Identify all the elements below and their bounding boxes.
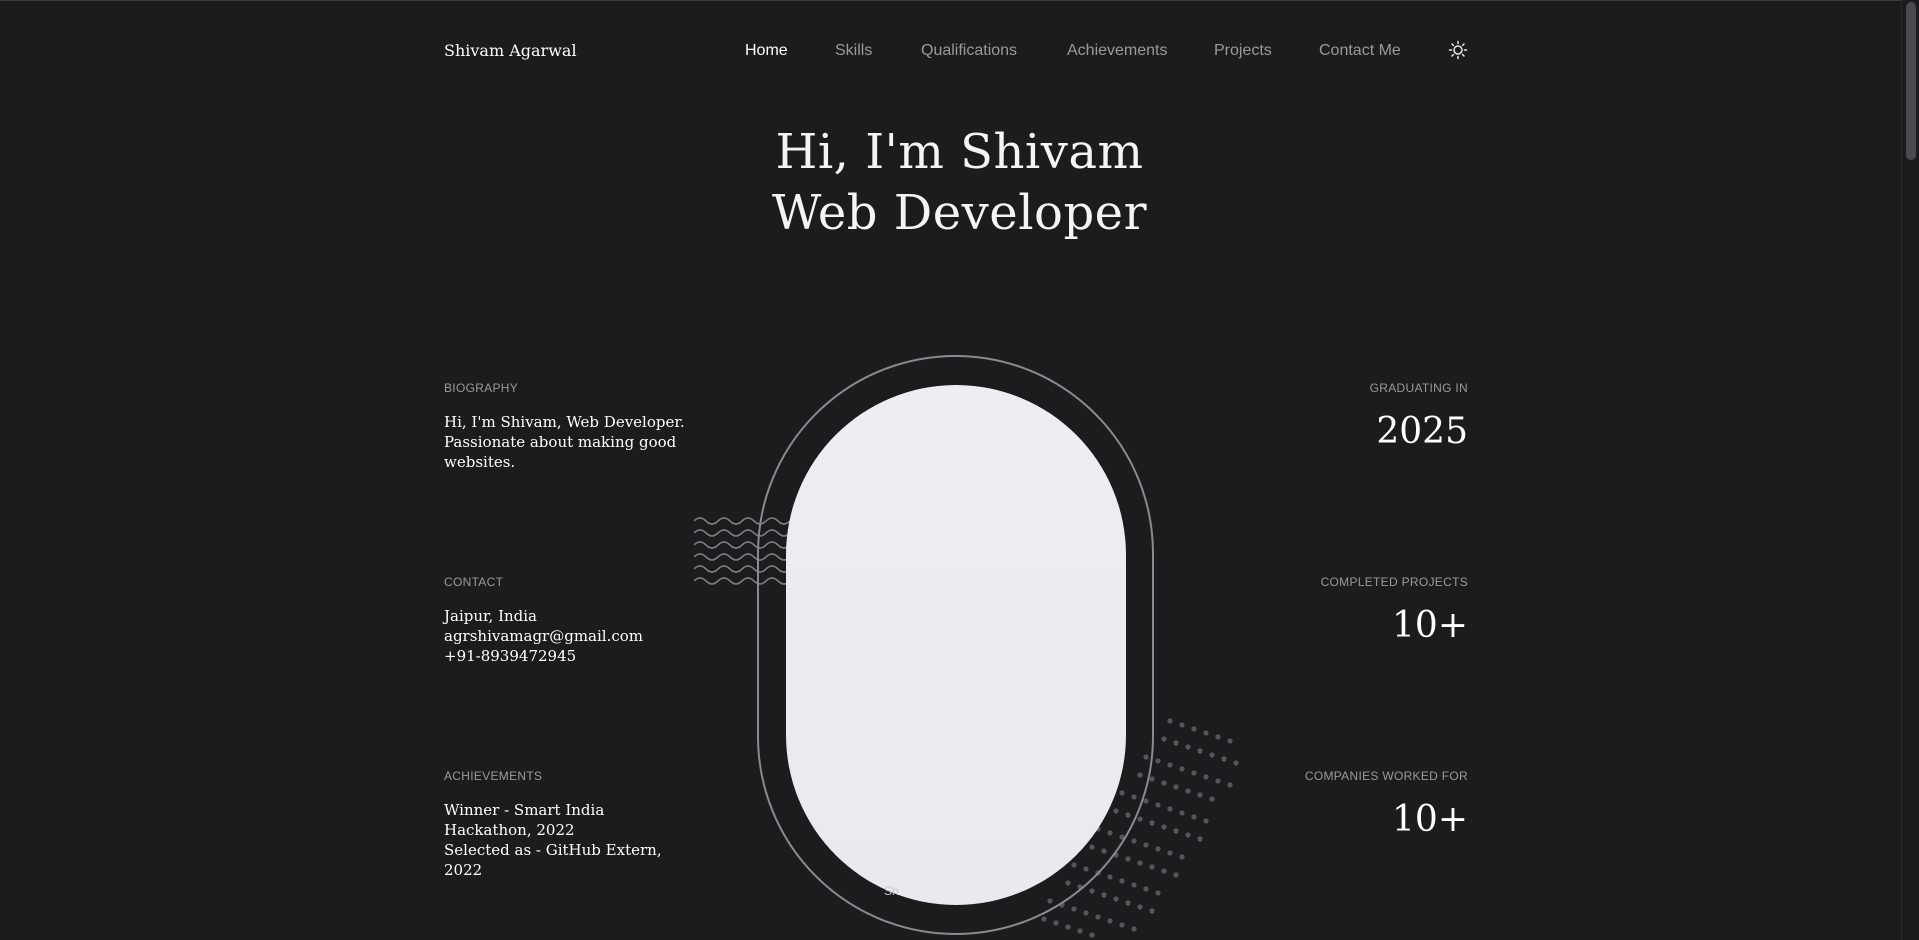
achievement-line: Selected as - GitHub Extern, (444, 841, 662, 859)
portrait-caption: Sh (884, 884, 899, 898)
completed-projects-label: COMPLETED PROJECTS (1320, 575, 1468, 589)
completed-projects-value: 10+ (1392, 605, 1468, 646)
biography-text: Hi, I'm Shivam, Web Developer. Passionat… (444, 412, 685, 472)
biography-line: Passionate about making good (444, 433, 677, 451)
nav-qualifications[interactable]: Qualifications (921, 40, 1017, 62)
biography-line: Hi, I'm Shivam, Web Developer. (444, 413, 685, 431)
hero-title: Hi, I'm Shivam Web Developer (0, 122, 1919, 244)
achievements-text: Winner - Smart India Hackathon, 2022 Sel… (444, 800, 662, 880)
achievement-line: 2022 (444, 861, 483, 879)
contact-location: Jaipur, India (444, 607, 538, 625)
achievement-line: Hackathon, 2022 (444, 821, 575, 839)
window-top-border (0, 0, 1919, 1)
nav-skills[interactable]: Skills (835, 40, 872, 62)
sun-icon[interactable] (1448, 40, 1468, 60)
profile-photo (786, 385, 1126, 905)
scrollbar-thumb[interactable] (1906, 2, 1916, 160)
achievement-line: Winner - Smart India (444, 801, 605, 819)
graduating-label: GRADUATING IN (1369, 381, 1468, 395)
contact-label: CONTACT (444, 575, 504, 589)
nav-achievements[interactable]: Achievements (1067, 40, 1168, 62)
biography-label: BIOGRAPHY (444, 381, 519, 395)
nav-projects[interactable]: Projects (1214, 40, 1272, 62)
scrollbar[interactable] (1901, 0, 1919, 940)
graduating-value: 2025 (1376, 411, 1468, 452)
achievements-label: ACHIEVEMENTS (444, 769, 543, 783)
nav-contact-me[interactable]: Contact Me (1319, 40, 1401, 62)
hero-line-greeting: Hi, I'm Shivam (775, 124, 1144, 180)
brand-name[interactable]: Shivam Agarwal (444, 40, 577, 62)
companies-label: COMPANIES WORKED FOR (1304, 769, 1468, 783)
contact-details: Jaipur, India agrshivamagr@gmail.com +91… (444, 606, 643, 666)
companies-value: 10+ (1392, 799, 1468, 840)
contact-email[interactable]: agrshivamagr@gmail.com (444, 626, 643, 646)
nav-home[interactable]: Home (745, 40, 788, 62)
biography-line: websites. (444, 453, 516, 471)
contact-phone[interactable]: +91-8939472945 (444, 646, 643, 666)
hero-line-role: Web Developer (771, 185, 1148, 241)
